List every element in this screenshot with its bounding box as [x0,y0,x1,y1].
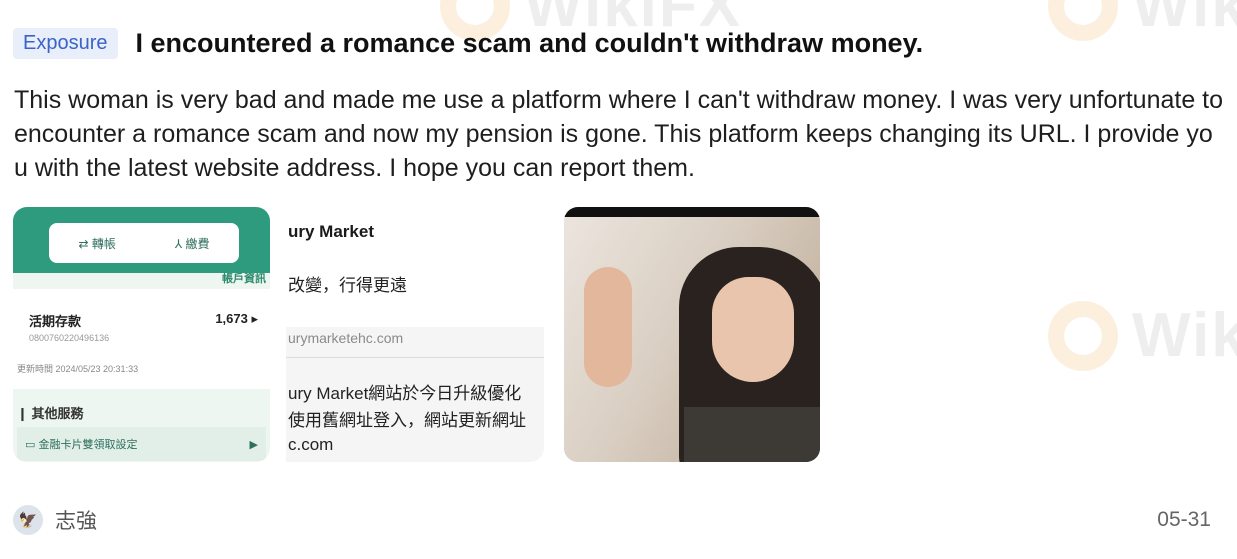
watermark-text: WikiFX [1132,301,1237,370]
payment-tab: ⅄ 繳費 [174,236,210,251]
post-footer: 🦅 志強 [13,505,97,535]
other-services-heading: ❙ 其他服務 [17,406,84,421]
post-title[interactable]: I encountered a romance scam and couldn'… [136,28,924,59]
card-icon: ▭ 金融卡片雙領取設定 [25,439,138,451]
screenshot-bank-app[interactable]: ⇄ 轉帳 ⅄ 繳費 帳戶資訊 活期存款 0800760220496136 1,6… [13,207,270,462]
transfer-tab: ⇄ 轉帳 [78,236,116,251]
post-date: 05-31 [1157,508,1211,531]
platform-url: urymarketehc.com [288,330,404,346]
divider [286,357,544,358]
app-action-card: ⇄ 轉帳 ⅄ 繳費 [49,223,239,263]
shirt [684,407,820,462]
post-body: This woman is very bad and made me use a… [14,86,1224,182]
exposure-tag[interactable]: Exposure [13,28,118,59]
account-name: 活期存款 [29,314,82,329]
photo-top-strip [564,207,820,217]
account-info-link: 帳戶資訊 [222,273,266,285]
author-name[interactable]: 志強 [55,505,97,535]
card-setting-row: ▭ 金融卡片雙領取設定 ▶ [17,427,266,461]
watermark-icon [1048,300,1118,371]
account-number: 0800760220496136 [29,333,110,343]
face [712,277,794,382]
photo-woman[interactable] [564,207,820,462]
post-header: Exposure I encountered a romance scam an… [13,28,923,59]
account-balance: 1,673 ▸ [215,311,258,326]
platform-name: ury Market [288,222,374,241]
peace-sign-hand [584,267,632,387]
message-line: 使用舊網址登入，網站更新網址 [288,411,526,430]
arrow-right-icon: ▶ [249,438,258,451]
message-line: c.com [288,435,334,454]
watermark-logo: WikiFX [1048,300,1237,371]
platform-slogan: 改變，行得更遠 [288,276,407,295]
update-time: 更新時間 2024/05/23 20:31:33 [17,364,139,374]
screenshot-message[interactable]: ury Market 改變，行得更遠 urymarketehc.com ury … [286,207,544,462]
watermark-logo: WikiFX [1048,0,1237,41]
account-panel: 活期存款 0800760220496136 1,673 ▸ 更新時間 2024/… [13,289,270,389]
watermark-text: WikiFX [1132,0,1237,40]
watermark-icon [1048,0,1118,41]
eagle-avatar-icon[interactable]: 🦅 [13,505,43,535]
message-line: ury Market網站於今日升級優化 [288,384,522,403]
